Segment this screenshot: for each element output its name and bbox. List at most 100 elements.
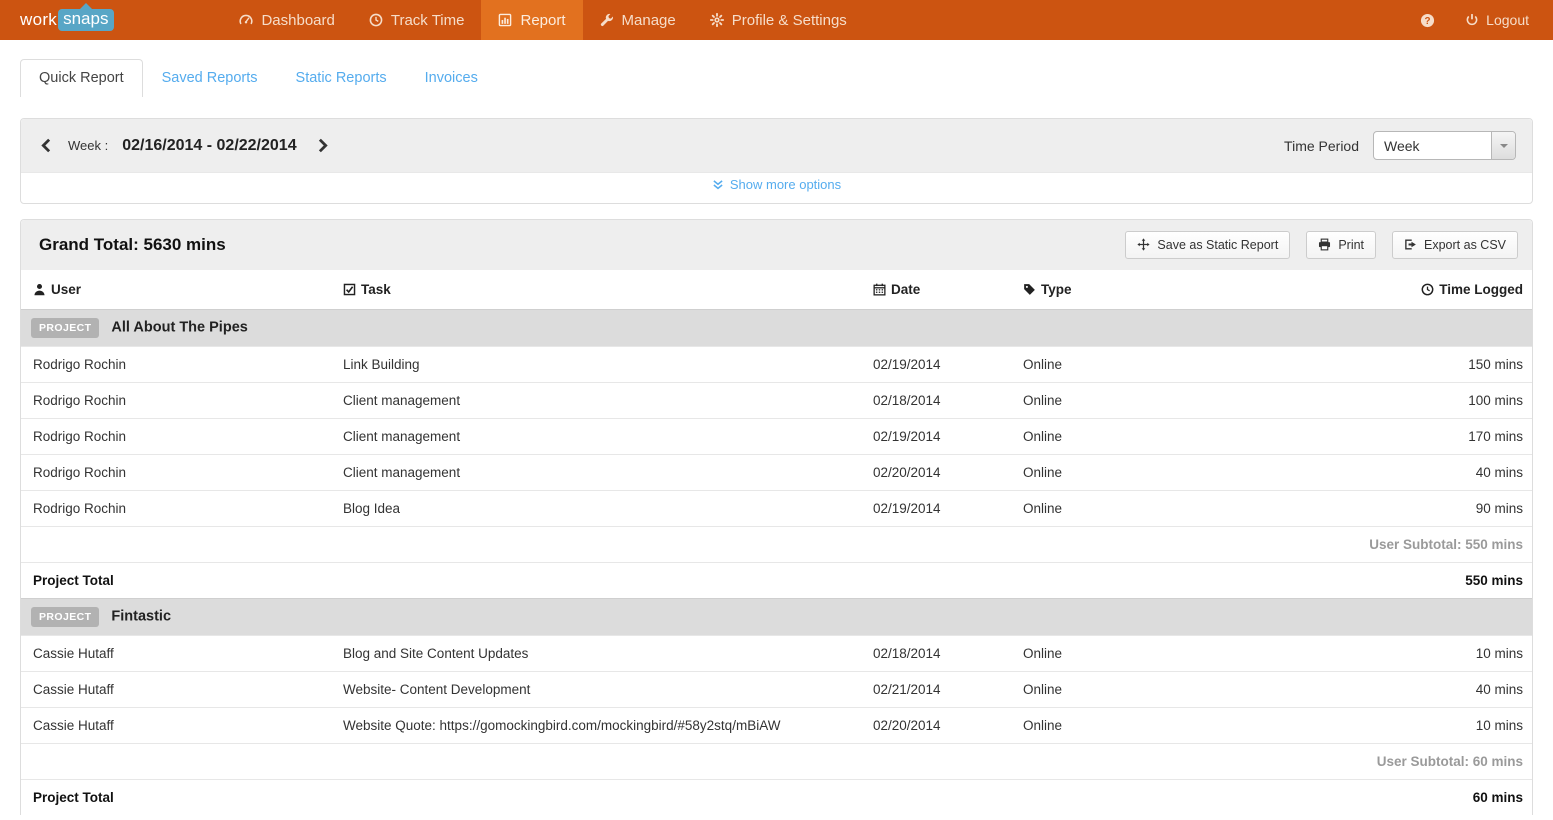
project-total-label: Project Total	[21, 562, 331, 598]
time-period-label: Time Period	[1284, 138, 1359, 154]
project-name: All About The Pipes	[111, 319, 247, 335]
dashboard-icon	[239, 13, 253, 27]
user-icon	[33, 282, 46, 297]
chevron-down-icon	[1491, 132, 1515, 159]
export-csv-button[interactable]: Export as CSV	[1392, 231, 1518, 259]
week-label: Week :	[68, 138, 108, 153]
cell-task: Blog and Site Content Updates	[331, 635, 861, 671]
cell-user: Rodrigo Rochin	[21, 490, 331, 526]
tab-static-reports[interactable]: Static Reports	[277, 59, 406, 97]
previous-week-button[interactable]	[37, 136, 56, 155]
grand-total: Grand Total: 5630 mins	[35, 235, 226, 255]
project-header-row: PROJECT All About The Pipes	[21, 309, 1532, 346]
cell-user: Cassie Hutaff	[21, 707, 331, 743]
svg-text:?: ?	[1425, 15, 1431, 26]
cell-type: Online	[1011, 346, 1211, 382]
cell-user: Rodrigo Rochin	[21, 382, 331, 418]
nav-item-report[interactable]: Report	[481, 0, 582, 40]
nav-item-profile-settings[interactable]: Profile & Settings	[693, 0, 864, 40]
app-logo[interactable]: work snaps	[8, 0, 126, 40]
table-row: Rodrigo RochinClient management02/20/201…	[21, 454, 1532, 490]
nav-item-dashboard[interactable]: Dashboard	[222, 0, 351, 40]
project-total-value: 550 mins	[1211, 562, 1532, 598]
print-button[interactable]: Print	[1306, 231, 1376, 259]
user-subtotal-row: User Subtotal: 550 mins	[21, 526, 1532, 562]
next-week-button[interactable]	[313, 136, 332, 155]
cell-user: Rodrigo Rochin	[21, 418, 331, 454]
clock-icon	[369, 13, 383, 27]
printer-icon	[1318, 238, 1331, 251]
cell-task: Website Quote: https://gomockingbird.com…	[331, 707, 861, 743]
table-row: Cassie HutaffWebsite Quote: https://gomo…	[21, 707, 1532, 743]
cell-task: Client management	[331, 418, 861, 454]
column-header-task: Task	[331, 270, 861, 310]
task-icon	[343, 282, 356, 297]
column-header-user: User	[21, 270, 331, 310]
nav-item-track-time[interactable]: Track Time	[352, 0, 482, 40]
show-more-options-link[interactable]: Show more options	[712, 177, 841, 192]
save-static-report-button[interactable]: Save as Static Report	[1125, 231, 1290, 259]
main-nav: Dashboard Track Time ReportManage Profile &…	[222, 0, 863, 40]
cell-time: 40 mins	[1211, 454, 1532, 490]
cell-date: 02/20/2014	[861, 454, 1011, 490]
nav-item-label: Track Time	[391, 12, 465, 29]
column-header-type: Type	[1011, 270, 1211, 310]
project-total-label: Project Total	[21, 779, 331, 815]
cell-time: 100 mins	[1211, 382, 1532, 418]
time-period-group: Time Period Week	[1284, 131, 1516, 160]
save-static-label: Save as Static Report	[1157, 238, 1278, 252]
logout-button[interactable]: Logout	[1465, 12, 1529, 28]
tab-quick-report[interactable]: Quick Report	[20, 59, 143, 97]
top-navbar: work snaps Dashboard Track Time ReportMana…	[0, 0, 1553, 40]
cell-user: Rodrigo Rochin	[21, 346, 331, 382]
cell-user: Cassie Hutaff	[21, 635, 331, 671]
nav-item-label: Profile & Settings	[732, 12, 847, 29]
cell-date: 02/21/2014	[861, 671, 1011, 707]
cell-task: Link Building	[331, 346, 861, 382]
table-row: Rodrigo RochinClient management02/19/201…	[21, 418, 1532, 454]
cell-date: 02/19/2014	[861, 418, 1011, 454]
cell-date: 02/18/2014	[861, 382, 1011, 418]
report-actions: Save as Static Report Print Export as CS…	[1125, 231, 1518, 259]
navbar-right: ? Logout	[1420, 0, 1553, 40]
column-header-date: Date	[861, 270, 1011, 310]
cell-type: Online	[1011, 635, 1211, 671]
cell-type: Online	[1011, 454, 1211, 490]
column-header-time-logged: Time Logged	[1211, 270, 1532, 310]
bar-chart-icon	[498, 13, 512, 27]
cell-time: 10 mins	[1211, 635, 1532, 671]
export-icon	[1404, 238, 1417, 251]
project-total-row: Project Total 550 mins	[21, 562, 1532, 598]
period-panel: Week : 02/16/2014 - 02/22/2014 Time Peri…	[20, 118, 1533, 204]
table-row: Cassie HutaffBlog and Site Content Updat…	[21, 635, 1532, 671]
project-name: Fintastic	[111, 608, 171, 624]
report-tabs: Quick ReportSaved ReportsStatic ReportsI…	[20, 59, 1553, 97]
clock-icon	[1421, 282, 1434, 297]
tab-invoices[interactable]: Invoices	[406, 59, 497, 97]
gear-icon	[710, 13, 724, 27]
print-label: Print	[1338, 238, 1364, 252]
cell-time: 40 mins	[1211, 671, 1532, 707]
calendar-icon	[873, 282, 886, 297]
cell-task: Blog Idea	[331, 490, 861, 526]
report-table: UserTask Date TypeTime Logged PROJECT All A…	[21, 270, 1532, 815]
time-period-select[interactable]: Week	[1373, 131, 1516, 160]
cell-date: 02/20/2014	[861, 707, 1011, 743]
show-more-label: Show more options	[730, 177, 841, 192]
help-icon[interactable]: ?	[1420, 13, 1435, 28]
logout-label: Logout	[1486, 12, 1529, 28]
project-badge: PROJECT	[31, 607, 99, 627]
nav-item-manage[interactable]: Manage	[583, 0, 693, 40]
user-subtotal: User Subtotal: 550 mins	[21, 526, 1532, 562]
cell-type: Online	[1011, 671, 1211, 707]
project-total-spacer	[331, 779, 1211, 815]
cell-date: 02/19/2014	[861, 346, 1011, 382]
cell-task: Client management	[331, 454, 861, 490]
cell-type: Online	[1011, 418, 1211, 454]
cell-type: Online	[1011, 707, 1211, 743]
project-header-row: PROJECT Fintastic	[21, 598, 1532, 635]
table-row: Rodrigo RochinClient management02/18/201…	[21, 382, 1532, 418]
column-label: Date	[891, 282, 920, 297]
tab-saved-reports[interactable]: Saved Reports	[143, 59, 277, 97]
project-badge: PROJECT	[31, 318, 99, 338]
